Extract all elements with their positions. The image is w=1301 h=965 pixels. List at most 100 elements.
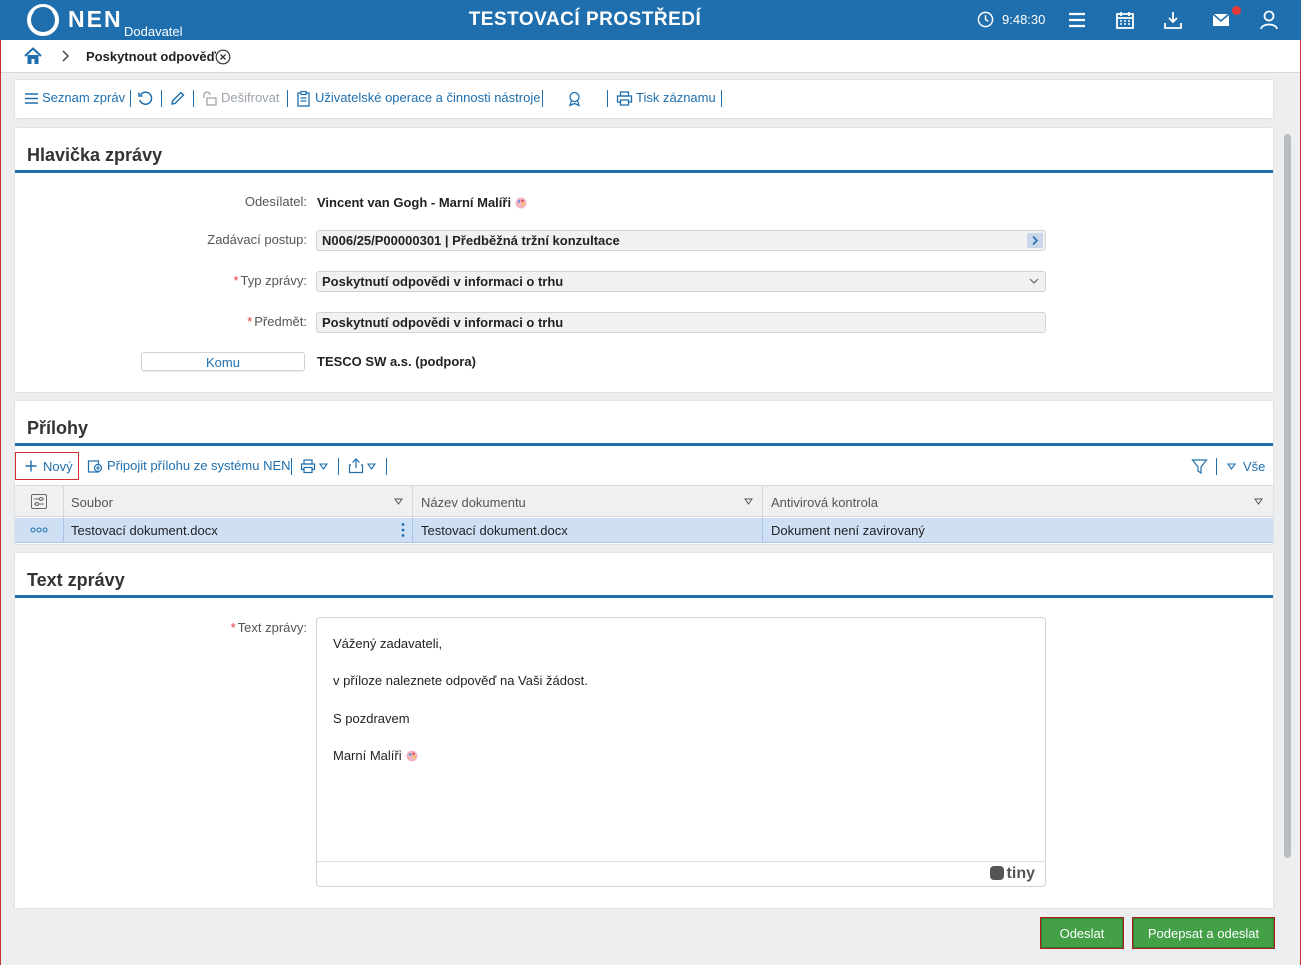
- send-button[interactable]: Odeslat: [1040, 917, 1124, 949]
- print-record-button[interactable]: Tisk záznamu: [636, 90, 716, 105]
- top-bar: NEN Dodavatel TESTOVACÍ PROSTŘEDÍ 9:48:3…: [0, 0, 1301, 40]
- printer-icon[interactable]: [300, 458, 316, 474]
- list-icon[interactable]: [23, 90, 40, 107]
- palette-icon: [406, 750, 418, 762]
- editor-line[interactable]: Marní Malíři: [333, 748, 418, 763]
- sort-arrow-icon[interactable]: [1254, 498, 1263, 505]
- procedure-label: Zadávací postup:: [207, 232, 307, 247]
- divider: [291, 458, 292, 475]
- column-divider: [63, 518, 64, 543]
- export-icon[interactable]: [348, 457, 364, 474]
- message-type-select[interactable]: Poskytnutí odpovědi v informaci o trhu: [316, 271, 1046, 292]
- section-title: Hlavička zprávy: [27, 145, 163, 165]
- editor-line[interactable]: S pozdravem: [333, 711, 410, 726]
- table-row[interactable]: Testovací dokument.docx Testovací dokume…: [15, 518, 1273, 543]
- subject-value: Poskytnutí odpovědi v informaci o trhu: [322, 315, 564, 330]
- divider: [607, 90, 608, 107]
- scrollbar-thumb[interactable]: [1284, 134, 1291, 858]
- unlock-icon: [203, 91, 217, 106]
- filter-all-button[interactable]: Vše: [1243, 459, 1265, 474]
- notification-badge: [1232, 6, 1241, 15]
- sign-and-send-button[interactable]: Podepsat a odeslat: [1132, 917, 1275, 949]
- column-divider: [412, 486, 413, 518]
- caret-down-icon[interactable]: [367, 463, 376, 470]
- type-label: * Typ zprávy:: [233, 273, 307, 288]
- action-toolbar: Seznam zpráv Dešifrovat Uživatelské oper…: [15, 80, 1273, 118]
- new-attachment-button[interactable]: Nový: [15, 452, 79, 480]
- chevron-down-icon[interactable]: [1029, 277, 1039, 285]
- download-icon[interactable]: [1162, 9, 1184, 31]
- column-header-document-name[interactable]: Název dokumentu: [421, 495, 526, 510]
- sort-arrow-icon[interactable]: [744, 498, 753, 505]
- column-divider: [762, 486, 763, 518]
- sender-value: Vincent van Gogh - Marní Malíři: [317, 195, 527, 210]
- decrypt-button: Dešifrovat: [221, 90, 280, 105]
- award-icon[interactable]: [566, 90, 583, 107]
- refresh-icon[interactable]: [137, 90, 154, 107]
- section-title: Přílohy: [27, 418, 89, 438]
- clock-icon: [977, 11, 994, 28]
- section-divider: [15, 595, 1273, 598]
- attachments-panel: Přílohy Nový Připojit přílohu ze systému…: [15, 401, 1273, 544]
- message-type-value: Poskytnutí odpovědi v informaci o trhu: [322, 274, 564, 289]
- divider: [721, 90, 722, 107]
- message-text-label: * Text zprávy:: [230, 620, 307, 635]
- attach-from-system-button[interactable]: Připojit přílohu ze systému NEN: [107, 458, 291, 473]
- edit-icon[interactable]: [169, 90, 186, 107]
- message-header-panel: Hlavička zprávy Odesílatel: Vincent van …: [15, 128, 1273, 392]
- column-settings-icon[interactable]: [31, 494, 47, 509]
- environment-title: TESTOVACÍ PROSTŘEDÍ: [468, 9, 702, 30]
- column-divider: [412, 518, 413, 543]
- user-icon[interactable]: [1258, 9, 1280, 31]
- printer-icon[interactable]: [616, 90, 633, 107]
- subject-field[interactable]: Poskytnutí odpovědi v informaci o trhu: [316, 312, 1046, 333]
- window-border: [0, 40, 1, 965]
- plus-icon: [25, 460, 37, 472]
- recipient-button[interactable]: Komu: [141, 352, 305, 371]
- close-tab-icon[interactable]: [215, 49, 231, 65]
- caret-down-icon[interactable]: [319, 463, 328, 470]
- cell-file[interactable]: Testovací dokument.docx: [71, 523, 218, 538]
- row-menu-icon[interactable]: [30, 527, 48, 533]
- divider: [1216, 458, 1217, 475]
- editor-statusbar: tiny: [317, 861, 1045, 886]
- sender-label: Odesílatel:: [244, 194, 307, 209]
- divider: [287, 90, 288, 107]
- mail-icon[interactable]: [1210, 9, 1232, 31]
- session-time: 9:48:30: [1002, 12, 1046, 27]
- divider: [386, 458, 387, 475]
- recipient-value: TESCO SW a.s. (podpora): [317, 354, 476, 369]
- caret-down-icon[interactable]: [1227, 463, 1236, 470]
- kebab-menu-icon[interactable]: [401, 522, 405, 538]
- column-header-antivirus[interactable]: Antivirová kontrola: [771, 495, 878, 510]
- message-editor[interactable]: Vážený zadavateli, v příloze naleznete o…: [316, 617, 1046, 887]
- section-divider: [15, 170, 1273, 173]
- chevron-right-icon[interactable]: [1027, 233, 1043, 248]
- breadcrumb-current[interactable]: Poskytnout odpověď: [86, 49, 216, 64]
- chevron-right-icon: [62, 50, 70, 62]
- breadcrumb: Poskytnout odpověď: [0, 40, 1301, 73]
- procedure-field[interactable]: N006/25/P00000301 | Předběžná tržní konz…: [316, 230, 1046, 251]
- home-icon[interactable]: [24, 47, 42, 65]
- clipboard-icon[interactable]: [295, 90, 312, 107]
- menu-icon[interactable]: [1066, 9, 1088, 31]
- column-header-file[interactable]: Soubor: [71, 495, 113, 510]
- message-list-button[interactable]: Seznam zpráv: [42, 90, 125, 105]
- cell-document-name: Testovací dokument.docx: [421, 523, 568, 538]
- tiny-logo[interactable]: tiny: [989, 865, 1035, 883]
- column-divider: [63, 486, 64, 518]
- editor-line[interactable]: Vážený zadavateli,: [333, 636, 442, 651]
- divider: [542, 90, 543, 107]
- attach-system-icon[interactable]: [87, 458, 103, 474]
- user-operations-button[interactable]: Uživatelské operace a činnosti nástroje: [315, 90, 540, 105]
- filter-icon[interactable]: [1191, 458, 1208, 475]
- divider: [161, 90, 162, 107]
- message-text-panel: Text zprávy * Text zprávy: Vážený zadavat…: [15, 553, 1273, 908]
- section-divider: [15, 443, 1273, 446]
- sort-arrow-icon[interactable]: [394, 498, 403, 505]
- attachments-table-header: Soubor Název dokumentu Antivirová kontro…: [15, 485, 1273, 518]
- palette-icon: [515, 197, 527, 209]
- tiny-icon: [989, 866, 1004, 880]
- calendar-icon[interactable]: [1114, 9, 1136, 31]
- editor-line[interactable]: v příloze naleznete odpověď na Vaši žádo…: [333, 673, 588, 688]
